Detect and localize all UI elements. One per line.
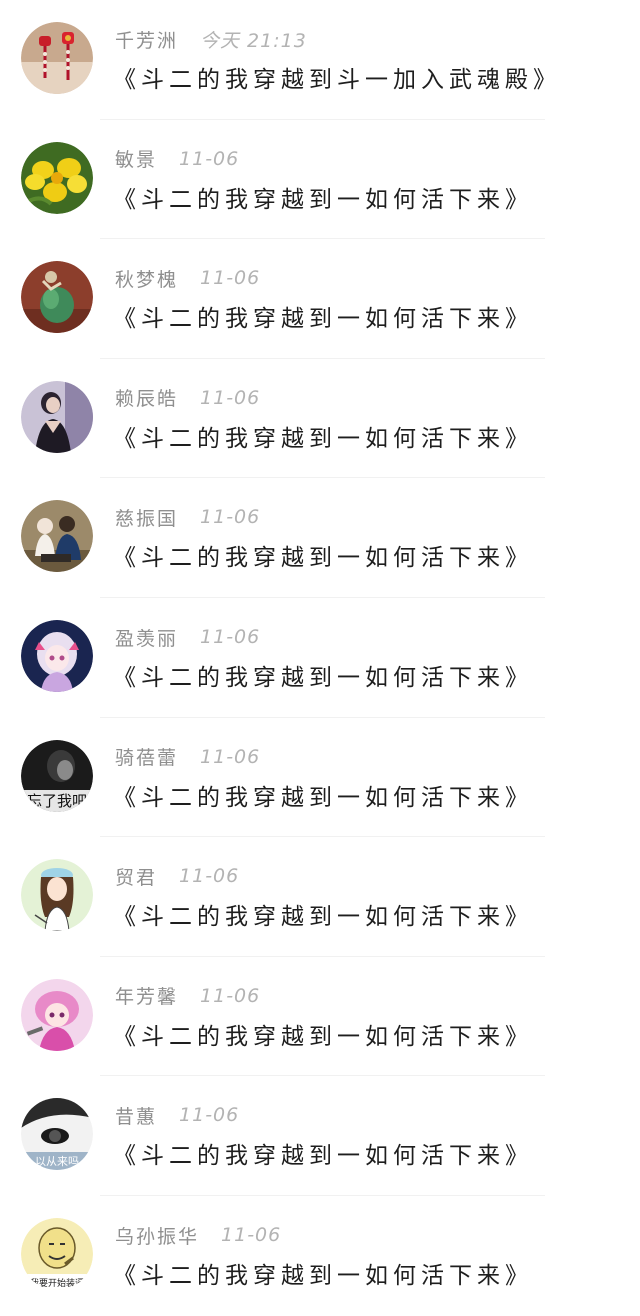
- comment-meta: 慈振国 11-06: [115, 504, 260, 530]
- comment-text: 《斗二的我穿越到一如何活下来》: [113, 425, 533, 452]
- avatar[interactable]: 忘了我吧: [21, 739, 93, 812]
- comment-item[interactable]: 我要开始装逼 乌孙振华 11-06 《斗二的我穿越到一如何活下来》: [0, 1196, 640, 1316]
- comment-meta: 千芳洲 今天 21:13: [115, 26, 307, 52]
- comment-item[interactable]: 盈羡丽 11-06 《斗二的我穿越到一如何活下来》: [0, 598, 640, 718]
- comment-list: 千芳洲 今天 21:13 《斗二的我穿越到斗一加入武魂殿》 敏景 11-06 《…: [0, 0, 640, 1316]
- comment-text: 《斗二的我穿越到一如何活下来》: [113, 545, 533, 572]
- comment-text: 《斗二的我穿越到斗一加入武魂殿》: [113, 67, 561, 93]
- comment-item[interactable]: 千芳洲 今天 21:13 《斗二的我穿越到斗一加入武魂殿》: [0, 0, 640, 120]
- anime-girl-avatar-icon: [21, 620, 93, 692]
- comment-text: 《斗二的我穿越到一如何活下来》: [113, 784, 533, 811]
- username[interactable]: 慈振国: [115, 504, 178, 531]
- bw-text-avatar-icon: 忘了我吧: [21, 739, 93, 812]
- comment-text: 《斗二的我穿越到一如何活下来》: [113, 1023, 533, 1050]
- timestamp: 11-06: [200, 984, 261, 1007]
- bw-eye-avatar-icon: 以从来吗: [21, 1098, 93, 1171]
- username[interactable]: 乌孙振华: [115, 1222, 199, 1249]
- meme-face-avatar-icon: 我要开始装逼: [21, 1218, 93, 1290]
- lantern-avatar-icon: [21, 22, 93, 94]
- username[interactable]: 盈羡丽: [115, 624, 178, 651]
- timestamp: 11-06: [200, 626, 261, 648]
- avatar[interactable]: [21, 141, 93, 214]
- comment-text: 《斗二的我穿越到一如何活下来》: [113, 306, 533, 333]
- comment-item[interactable]: 敏景 11-06 《斗二的我穿越到一如何活下来》: [0, 120, 640, 240]
- avatar-caption: 以从来吗: [35, 1155, 79, 1168]
- comment-meta: 秋梦槐 11-06: [115, 265, 260, 291]
- comment-text: 《斗二的我穿越到一如何活下来》: [113, 1263, 533, 1289]
- green-figurine-avatar-icon: [21, 261, 93, 334]
- comment-item[interactable]: 贸君 11-06 《斗二的我穿越到一如何活下来》: [0, 837, 640, 957]
- timestamp: 11-06: [200, 506, 261, 529]
- avatar-caption: 忘了我吧: [27, 792, 87, 810]
- timestamp: 11-06: [179, 1104, 240, 1127]
- comment-text: 《斗二的我穿越到一如何活下来》: [113, 904, 533, 931]
- timestamp: 11-06: [200, 745, 261, 768]
- comment-item[interactable]: 忘了我吧 骑蓓蕾 11-06 《斗二的我穿越到一如何活下来》: [0, 718, 640, 838]
- avatar[interactable]: [21, 859, 93, 932]
- comment-meta: 盈羡丽 11-06: [115, 624, 260, 650]
- comment-meta: 敏景 11-06: [115, 146, 239, 172]
- comment-meta: 赖辰皓 11-06: [115, 385, 260, 411]
- timestamp: 11-06: [200, 267, 261, 290]
- username[interactable]: 昔蕙: [115, 1102, 157, 1129]
- comment-meta: 乌孙振华 11-06: [115, 1222, 281, 1248]
- username[interactable]: 赖辰皓: [115, 384, 178, 411]
- avatar-caption: 我要开始装逼: [30, 1277, 84, 1289]
- pink-anime-avatar-icon: [21, 978, 93, 1051]
- avatar[interactable]: [21, 380, 93, 453]
- comment-text: 《斗二的我穿越到一如何活下来》: [113, 665, 533, 691]
- avatar[interactable]: [21, 978, 93, 1051]
- avatar[interactable]: 我要开始装逼: [21, 1218, 93, 1290]
- timestamp: 今天 21:13: [200, 29, 307, 52]
- username[interactable]: 秋梦槐: [115, 265, 178, 292]
- comment-item[interactable]: 慈振国 11-06 《斗二的我穿越到一如何活下来》: [0, 478, 640, 598]
- comment-meta: 昔蕙 11-06: [115, 1102, 239, 1128]
- comment-text: 《斗二的我穿越到一如何活下来》: [113, 1143, 533, 1170]
- timestamp: 11-06: [221, 1224, 282, 1246]
- comment-meta: 贸君 11-06: [115, 863, 239, 889]
- avatar[interactable]: [21, 22, 93, 94]
- couple-photo-avatar-icon: [21, 500, 93, 573]
- comment-meta: 年芳馨 11-06: [115, 983, 260, 1009]
- comment-meta: 骑蓓蕾 11-06: [115, 744, 260, 770]
- username[interactable]: 贸君: [115, 863, 157, 890]
- avatar[interactable]: [21, 500, 93, 573]
- avatar[interactable]: [21, 261, 93, 334]
- yellow-flower-avatar-icon: [21, 141, 93, 214]
- username[interactable]: 千芳洲: [115, 26, 178, 53]
- comment-text: 《斗二的我穿越到一如何活下来》: [113, 186, 533, 213]
- comment-item[interactable]: 赖辰皓 11-06 《斗二的我穿越到一如何活下来》: [0, 359, 640, 479]
- avatar[interactable]: [21, 620, 93, 692]
- girl-photo-avatar-icon: [21, 380, 93, 453]
- comment-item[interactable]: 以从来吗 昔蕙 11-06 《斗二的我穿越到一如何活下来》: [0, 1076, 640, 1196]
- timestamp: 11-06: [179, 147, 240, 170]
- username[interactable]: 敏景: [115, 145, 157, 172]
- username[interactable]: 年芳馨: [115, 982, 178, 1009]
- timestamp: 11-06: [179, 865, 240, 888]
- avatar[interactable]: 以从来吗: [21, 1098, 93, 1171]
- cartoon-girl-avatar-icon: [21, 859, 93, 932]
- username[interactable]: 骑蓓蕾: [115, 743, 178, 770]
- comment-item[interactable]: 年芳馨 11-06 《斗二的我穿越到一如何活下来》: [0, 957, 640, 1077]
- timestamp: 11-06: [200, 386, 261, 409]
- comment-item[interactable]: 秋梦槐 11-06 《斗二的我穿越到一如何活下来》: [0, 239, 640, 359]
